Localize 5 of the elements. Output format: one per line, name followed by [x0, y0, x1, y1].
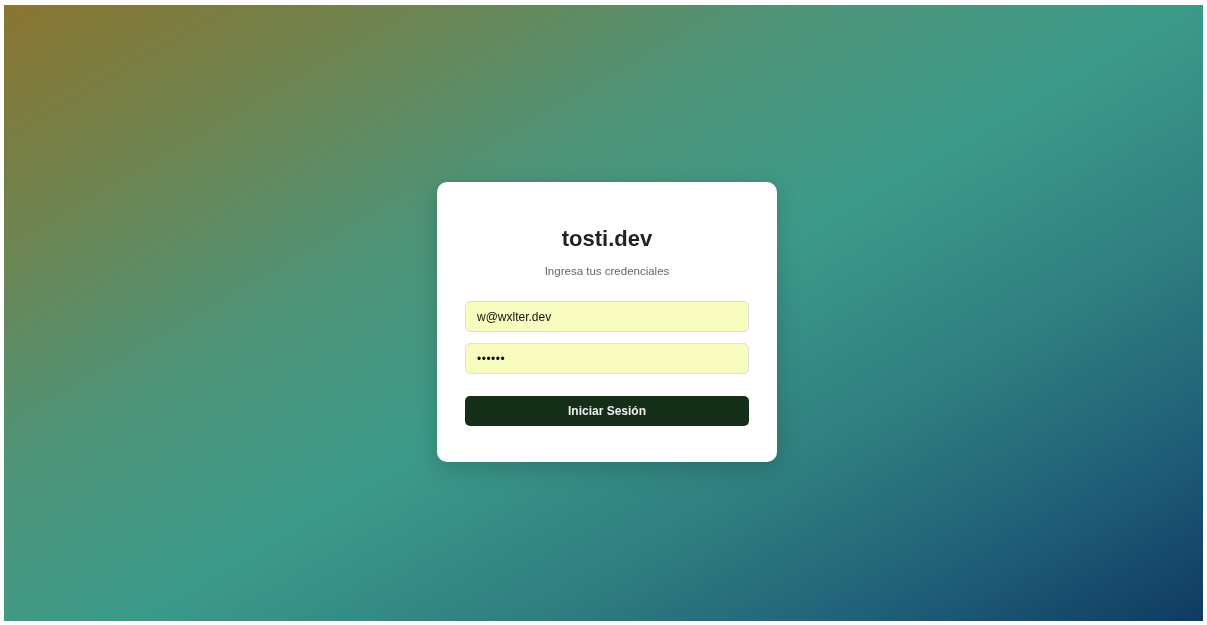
subtitle: Ingresa tus credenciales	[544, 265, 670, 277]
login-button[interactable]: Iniciar Sesión	[465, 396, 749, 426]
input-field[interactable]: ••••••	[465, 343, 749, 374]
site-title: tosti.dev	[561, 226, 653, 252]
input-field[interactable]: w@wxlter.dev	[465, 301, 749, 332]
